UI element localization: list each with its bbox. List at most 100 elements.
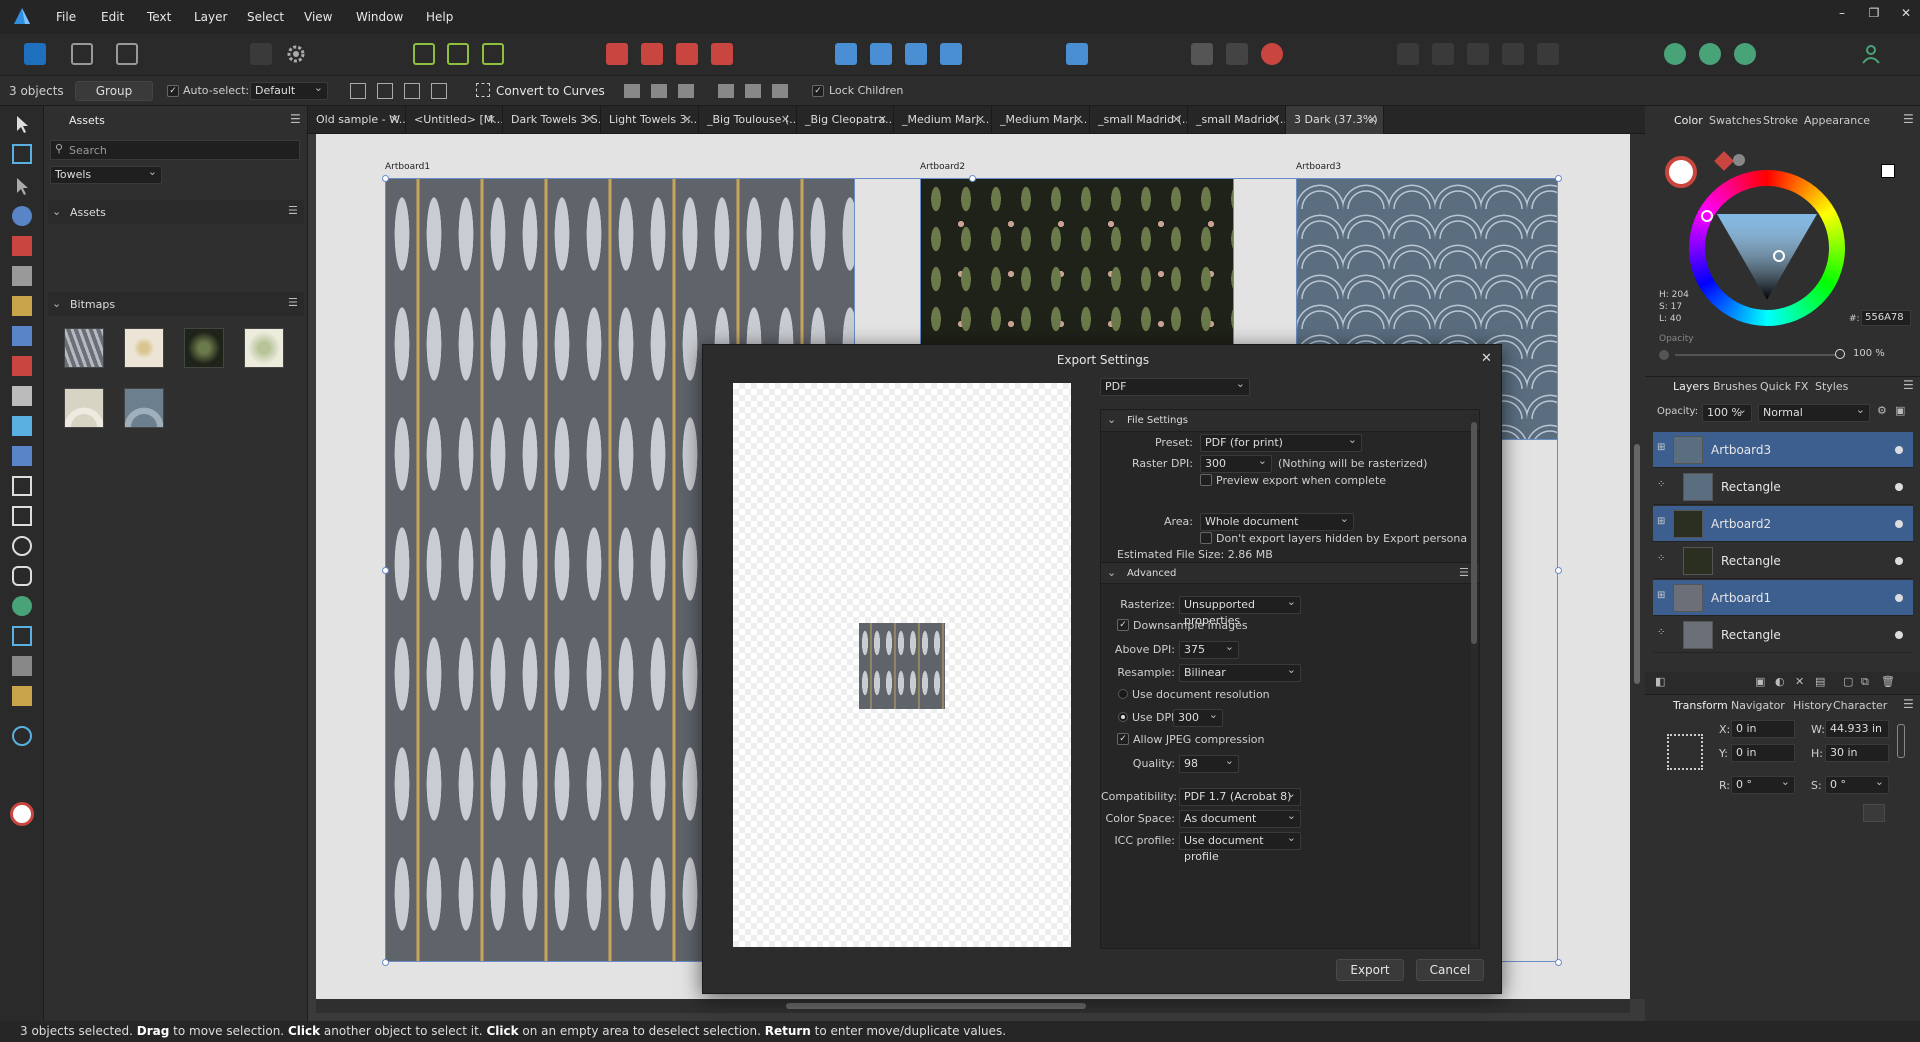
visibility-toggle-icon[interactable] [1895,594,1903,602]
menu-view[interactable]: View [304,10,332,24]
boolean-icon[interactable] [1191,43,1213,65]
menu-edit[interactable]: Edit [101,10,124,24]
color-picker-icon[interactable] [12,656,32,676]
resize-handle[interactable] [1555,959,1562,966]
grid-icon[interactable] [431,83,447,99]
boolean-3-icon[interactable] [1261,43,1283,65]
ellipse-tool-icon[interactable] [12,536,32,556]
flip-horizontal-icon[interactable] [835,43,857,65]
menu-help[interactable]: Help [426,10,453,24]
align-right-icon[interactable] [678,84,694,98]
align-left-icon[interactable] [624,84,640,98]
vector-brush-icon[interactable] [12,296,32,316]
panel-menu-icon[interactable]: ☰ [1903,112,1914,126]
resize-handle[interactable] [1555,567,1562,574]
tab-color[interactable]: Color [1674,114,1703,127]
pixel-persona-icon[interactable] [71,43,93,65]
menu-select[interactable]: Select [247,10,284,24]
bitmaps-section-header[interactable]: ⌄ Bitmaps ☰ [48,292,304,316]
x-input[interactable]: 0 in [1731,720,1795,738]
fill-tool-icon[interactable] [12,326,32,346]
document-tab[interactable]: Dark Towels 3 S... ✕ [503,106,601,134]
swap-colors-icon[interactable] [1881,164,1895,178]
tab-brushes[interactable]: Brushes [1713,380,1757,393]
layer-row[interactable]: ⁘ Rectangle [1653,543,1913,579]
assets-category-dropdown[interactable]: Towels [50,164,162,184]
compatibility-dropdown[interactable]: PDF 1.7 (Acrobat 8) [1179,786,1301,806]
auto-select-dropdown[interactable]: Default [250,80,328,100]
use-document-resolution-radio[interactable] [1118,689,1128,699]
artboard-tool-icon[interactable] [12,144,32,164]
section-menu-icon[interactable]: ☰ [288,296,298,309]
visibility-toggle-icon[interactable] [1895,631,1903,639]
y-input[interactable]: 0 in [1731,744,1795,762]
assets-tab[interactable]: Assets [69,114,105,127]
shape-tool-icon[interactable] [12,596,32,616]
document-tab[interactable]: _small Madrid (... ✕ [1188,106,1286,134]
delete-layer-icon[interactable]: 🗑 [1881,675,1895,688]
document-tab[interactable]: <Untitled> [M... ✕ [406,106,503,134]
resize-handle[interactable] [969,175,976,182]
rotate-right-icon[interactable] [940,43,962,65]
corner-tool-icon[interactable] [12,206,32,226]
panel-menu-icon[interactable]: ☰ [290,112,301,126]
resize-handle[interactable] [1555,175,1562,182]
tab-history[interactable]: History [1793,699,1832,712]
tab-character[interactable]: Character [1833,699,1887,712]
mask-icon[interactable]: ▣ [1755,675,1765,688]
opacity-value[interactable]: 100 % [1853,348,1885,359]
transform-options-icon[interactable] [1863,804,1885,822]
vertical-scrollbar[interactable] [1630,134,1645,999]
preview-export-checkbox[interactable] [1200,474,1212,486]
menu-layer[interactable]: Layer [194,10,227,24]
geometry-5-icon[interactable] [1537,43,1559,65]
gradient-tool-icon[interactable] [12,386,32,406]
dont-export-hidden-checkbox[interactable] [1200,532,1212,544]
noise-icon[interactable] [1733,154,1745,166]
fill-stroke-swatch-icon[interactable] [10,802,34,826]
align-center-icon[interactable] [651,84,667,98]
tab-layers[interactable]: Layers [1673,380,1709,393]
minimize-icon[interactable]: – [1834,6,1850,22]
preset-dropdown[interactable]: PDF (for print) [1200,432,1362,452]
slider-knob[interactable] [1835,349,1845,359]
lock-children-checkbox[interactable]: ✓ [812,85,824,97]
designer-persona-icon[interactable] [24,43,46,65]
export-button[interactable]: Export [1336,959,1404,981]
document-tab[interactable]: _Big Cleopatra... ✕ [797,106,894,134]
bounding-box-icon[interactable] [377,83,393,99]
advanced-header[interactable]: ⌄ Advanced ☰ [1101,562,1479,584]
visibility-toggle-icon[interactable] [1895,520,1903,528]
bitmap-thumb[interactable] [64,328,104,368]
lock-icon[interactable]: ▣ [1895,404,1905,417]
restore-icon[interactable]: ❐ [1866,6,1882,22]
scroll-thumb[interactable] [786,1003,1086,1009]
snap-candidates-icon[interactable] [482,43,504,65]
document-tab[interactable]: _Medium Marj... ✕ [992,106,1090,134]
layer-action-icon[interactable]: ◧ [1655,675,1665,688]
color-space-dropdown[interactable]: As document [1179,808,1301,828]
use-dpi-input[interactable]: 300 [1173,707,1223,727]
arrange-forward-icon[interactable] [676,43,698,65]
allow-jpeg-checkbox[interactable]: ✓ [1117,733,1129,745]
rectangle-tool-icon[interactable] [12,506,32,526]
layer-row[interactable]: ⁘ Rectangle [1653,617,1913,653]
document-tab[interactable]: _Big Toulouse (... ✕ [699,106,797,134]
align-middle-icon[interactable] [745,84,761,98]
fx-icon[interactable]: ✕ [1795,675,1804,688]
close-tab-icon[interactable]: ✕ [1074,106,1083,134]
move-tool-icon[interactable] [12,114,32,134]
layer-row[interactable]: ⁘ Rectangle [1653,469,1913,505]
document-tab[interactable]: Light Towels 3... ✕ [601,106,699,134]
geometry-2-icon[interactable] [1432,43,1454,65]
document-tab[interactable]: _Medium Marj... ✕ [894,106,992,134]
close-tab-icon[interactable]: ✕ [683,106,692,134]
bitmap-thumb[interactable] [124,388,164,428]
close-tab-icon[interactable]: ✕ [585,106,594,134]
insert-top-icon[interactable] [1699,43,1721,65]
rotation-input[interactable]: 0 ° [1731,774,1795,794]
document-tab[interactable]: _small Madrid (... ✕ [1090,106,1188,134]
auto-select-checkbox[interactable]: ✓ [167,85,179,97]
downsample-checkbox[interactable]: ✓ [1117,619,1129,631]
visibility-toggle-icon[interactable] [1895,483,1903,491]
